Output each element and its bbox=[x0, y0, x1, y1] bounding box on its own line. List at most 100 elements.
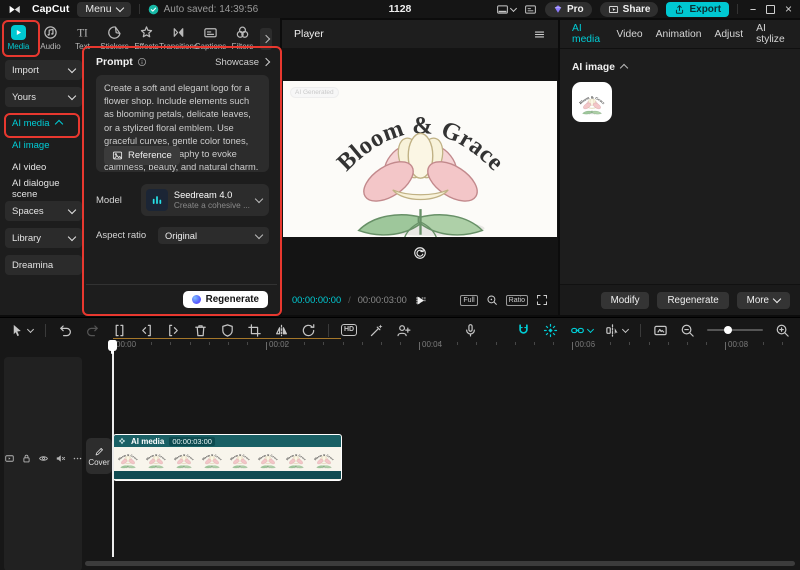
filters-icon bbox=[235, 25, 250, 40]
sidebar-item-dreamina[interactable]: Dreamina bbox=[5, 255, 82, 275]
ruler-tick bbox=[228, 342, 229, 345]
showcase-link[interactable]: Showcase bbox=[215, 57, 269, 68]
pro-badge[interactable]: Pro bbox=[545, 2, 592, 17]
linkage-button[interactable] bbox=[570, 323, 593, 338]
hd-button[interactable]: HD bbox=[341, 324, 357, 336]
tab-ai-stylize[interactable]: AI stylize bbox=[756, 23, 788, 45]
ai-media-clip[interactable]: AI media 00:00:03:00 bbox=[113, 434, 342, 481]
sidebar-item-ai-video[interactable]: AI video bbox=[5, 157, 82, 177]
delete-button[interactable] bbox=[193, 323, 208, 338]
ratio-button[interactable]: Ratio bbox=[506, 295, 528, 306]
minimize-button[interactable]: – bbox=[750, 3, 756, 15]
export-label: Export bbox=[689, 4, 721, 15]
media-tab-audio[interactable]: Audio bbox=[35, 25, 66, 51]
check-circle-icon bbox=[148, 4, 159, 15]
aspect-ratio-dropdown[interactable]: Original bbox=[158, 227, 269, 244]
wand-button[interactable] bbox=[369, 323, 384, 338]
playhead-line bbox=[112, 340, 114, 557]
tab-video[interactable]: Video bbox=[617, 29, 643, 40]
model-dropdown[interactable]: Seedream 4.0 Create a cohesive ... bbox=[141, 184, 269, 216]
zoom-out-button[interactable] bbox=[680, 323, 695, 338]
tab-ai-media[interactable]: AI media bbox=[572, 23, 604, 45]
eye-button[interactable] bbox=[38, 453, 49, 464]
mask-icon bbox=[220, 323, 235, 338]
crop-button[interactable] bbox=[247, 323, 262, 338]
ruler-tick bbox=[610, 342, 611, 345]
select-button[interactable] bbox=[10, 323, 33, 338]
maximize-button[interactable] bbox=[766, 5, 775, 14]
reference-button[interactable]: Reference bbox=[104, 146, 180, 165]
layout-switch-button[interactable] bbox=[496, 3, 516, 16]
sidebar-item-spaces[interactable]: Spaces bbox=[5, 201, 82, 221]
preview-axis-button[interactable] bbox=[605, 323, 628, 338]
more-button[interactable]: More bbox=[737, 292, 790, 309]
prompt-textarea[interactable]: Create a soft and elegant logo for a flo… bbox=[96, 75, 269, 172]
trim-left-icon bbox=[139, 323, 154, 338]
tab-animation[interactable]: Animation bbox=[656, 29, 702, 40]
sidebar-item-ai-image[interactable]: AI image bbox=[5, 135, 82, 155]
sidebar-item-yours[interactable]: Yours bbox=[5, 87, 82, 107]
menu-button[interactable]: Menu bbox=[77, 2, 130, 17]
mirror-button[interactable] bbox=[274, 323, 289, 338]
ruler-tick bbox=[343, 342, 344, 345]
zoom-in-button[interactable] bbox=[775, 323, 790, 338]
close-button[interactable]: × bbox=[785, 2, 792, 16]
clip-duration: 00:00:03:00 bbox=[169, 437, 215, 446]
right-panel-tabs: AI media Video Animation Adjust AI stylize bbox=[560, 20, 800, 49]
timeline-zoom-slider[interactable] bbox=[707, 329, 763, 331]
sidebar-item-library[interactable]: Library bbox=[5, 228, 82, 248]
trim-right-button[interactable] bbox=[166, 323, 181, 338]
zoom-slider-knob[interactable] bbox=[724, 326, 732, 334]
screen-button[interactable] bbox=[653, 323, 668, 338]
compact-layout-button[interactable] bbox=[524, 3, 537, 16]
linkage-icon bbox=[570, 323, 585, 338]
fullscreen-button[interactable] bbox=[536, 294, 548, 306]
horizontal-scrollbar[interactable] bbox=[85, 561, 795, 566]
timeline-ruler[interactable]: 00:0000:0200:0400:0600:08 bbox=[85, 340, 796, 355]
transitions-icon bbox=[171, 25, 186, 40]
clip-frame-thumbnail bbox=[282, 447, 310, 471]
seedream-logo-icon bbox=[146, 189, 168, 211]
chevron-down-icon bbox=[587, 325, 594, 332]
full-preview-button[interactable]: Full bbox=[460, 295, 477, 306]
cover-button[interactable]: Cover bbox=[86, 438, 112, 474]
capcut-logo-icon bbox=[8, 3, 21, 16]
trim-left-button[interactable] bbox=[139, 323, 154, 338]
play-button[interactable] bbox=[414, 294, 427, 307]
mask-button[interactable] bbox=[220, 323, 235, 338]
tab-adjust[interactable]: Adjust bbox=[714, 29, 743, 40]
export-button[interactable]: Export bbox=[666, 2, 729, 17]
media-tab-media[interactable]: Media bbox=[3, 25, 34, 51]
undo-button[interactable] bbox=[58, 323, 73, 338]
sidebar-item-ai-media[interactable]: AI media bbox=[5, 114, 82, 132]
track-main-button[interactable] bbox=[4, 453, 15, 464]
share-button[interactable]: Share bbox=[600, 2, 659, 17]
chevron-down-icon bbox=[115, 4, 123, 12]
playhead-handle[interactable] bbox=[108, 340, 117, 351]
person-add-button[interactable] bbox=[396, 323, 411, 338]
mic-button[interactable] bbox=[463, 323, 478, 338]
aspect-ratio-value: Original bbox=[165, 231, 197, 241]
regenerate-button[interactable]: Regenerate bbox=[183, 291, 268, 308]
modify-button[interactable]: Modify bbox=[601, 292, 650, 309]
mute-button[interactable] bbox=[55, 453, 66, 464]
snapping-button[interactable] bbox=[543, 323, 558, 338]
redo-button[interactable] bbox=[85, 323, 100, 338]
ai-image-section-header[interactable]: AI image bbox=[572, 62, 788, 73]
regenerate-button-right[interactable]: Regenerate bbox=[657, 292, 728, 309]
sidebar-item-import[interactable]: Import bbox=[5, 60, 82, 80]
gem-icon bbox=[553, 4, 563, 14]
more-button[interactable] bbox=[72, 453, 83, 464]
rotate-button[interactable] bbox=[301, 323, 316, 338]
split-button[interactable] bbox=[112, 323, 127, 338]
sidebar-item-ai-dialogue-scene[interactable]: AI dialogue scene bbox=[5, 179, 82, 199]
screen-icon bbox=[653, 323, 668, 338]
lock-button[interactable] bbox=[21, 453, 32, 464]
preview-canvas[interactable]: AI Generated bbox=[283, 81, 557, 237]
titlebar: CapCut Menu Auto saved: 14:39:56 1128 Pr… bbox=[0, 0, 800, 18]
ai-image-thumbnail[interactable] bbox=[572, 82, 612, 122]
magnet-button[interactable] bbox=[516, 323, 531, 338]
rotate-handle[interactable] bbox=[413, 246, 427, 260]
zoom-preview-button[interactable] bbox=[486, 294, 498, 306]
player-menu-button[interactable] bbox=[533, 28, 546, 41]
